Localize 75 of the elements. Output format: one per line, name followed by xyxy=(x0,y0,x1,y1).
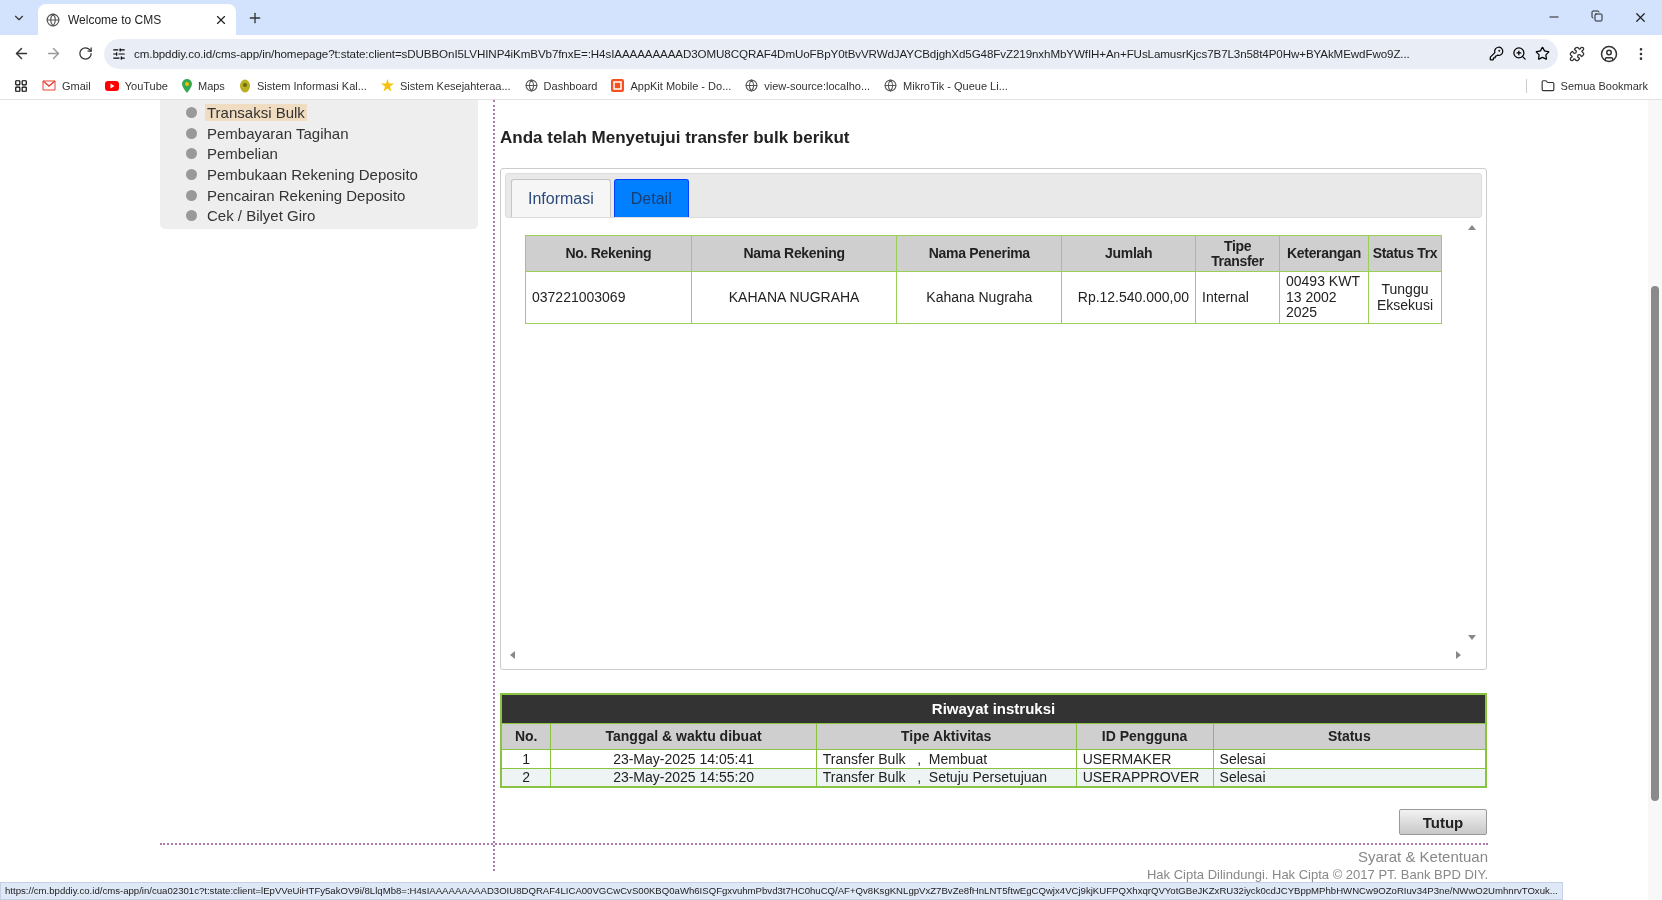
app-icon xyxy=(611,79,625,92)
table-cell: 2 xyxy=(501,768,551,787)
folder-icon xyxy=(1540,78,1555,93)
key-icon[interactable] xyxy=(1489,46,1504,61)
bookmark[interactable]: Sistem Kesejahteraa... xyxy=(380,79,511,92)
scroll-down-icon[interactable] xyxy=(1468,633,1476,641)
column-header: No. Rekening xyxy=(525,235,692,272)
scroll-left-icon[interactable] xyxy=(509,651,517,659)
column-header: Nama Rekening xyxy=(691,235,897,272)
table-cell: 1 xyxy=(501,749,551,768)
column-header: Status Trx xyxy=(1368,235,1442,272)
map-pin-icon xyxy=(181,78,192,93)
status-url: https://cm.bpddiy.co.id/cms-app/in/cua02301c?t:state:client=lEpVVeUiHTFy5akOV9i/8LlqMb8=:H4sIAAAAAAAAAD3OIU8DQRAF4LICA00VGCwCvS00KBQ0aWh6ISQFgxvuhmPbvd3t7HC0huCQ/AF+Qv8KsgKNLgpVxZ7BvZe8fHnLNT5ftwEgCQwjx4VCj9kjKUFPQXhxqrQVYotGBeJKZxRU32iyck0cdJCYBppMPhbHWNCw9OZoRIuv34P3ne/NWwO2UmhnrvTOxuk... xyxy=(0,882,1563,900)
column-header: No. xyxy=(501,723,551,749)
play-icon xyxy=(104,80,119,91)
scroll-up-icon[interactable] xyxy=(1468,224,1476,232)
bullet-icon xyxy=(186,106,197,118)
table-cell: 00493 KWT 13 2002 2025 xyxy=(1279,271,1369,324)
all-bookmarks[interactable]: Semua Bookmark xyxy=(1525,78,1648,93)
close-button[interactable]: Tutup xyxy=(1399,809,1487,835)
bullet-icon xyxy=(186,189,197,201)
globe-icon xyxy=(46,12,60,27)
site-info-icon[interactable] xyxy=(112,46,126,61)
column-header: Tipe Aktivitas xyxy=(816,723,1077,749)
bullet-icon xyxy=(186,127,197,139)
column-header: ID Pengguna xyxy=(1076,723,1214,749)
apps-icon[interactable] xyxy=(14,78,28,93)
column-header: Status xyxy=(1213,723,1486,749)
table-cell: Kahana Nugraha xyxy=(896,271,1062,324)
table-title: Riwayat instruksi xyxy=(501,694,1486,723)
globe-icon xyxy=(524,79,538,92)
copyright-text: Hak Cipta Dilindungi. Hak Cipta © 2017 PT. Bank BPD DIY. xyxy=(1147,867,1488,882)
bullet-icon xyxy=(186,148,197,160)
tab[interactable]: Informasi xyxy=(511,179,611,217)
menu-item[interactable]: Pembelian xyxy=(205,145,280,163)
zoom-icon[interactable] xyxy=(1512,46,1527,61)
bookmark[interactable]: AppKit Mobile - Do... xyxy=(611,79,732,92)
menu-item[interactable]: Pembayaran Tagihan xyxy=(205,124,351,142)
restore-icon[interactable] xyxy=(1591,10,1603,22)
bookmark[interactable]: Maps xyxy=(181,78,225,93)
bookmark[interactable]: Gmail xyxy=(42,79,91,92)
bookmark[interactable]: view-source:localho... xyxy=(745,79,871,92)
close-icon[interactable] xyxy=(1633,10,1648,25)
star-icon[interactable] xyxy=(1535,46,1550,61)
menu-item[interactable]: Transaksi Bulk xyxy=(205,103,307,121)
scroll-right-icon[interactable] xyxy=(1454,651,1462,659)
page-scrollbar[interactable] xyxy=(1648,100,1662,900)
menu-item[interactable]: Pembukaan Rekening Deposito xyxy=(205,165,420,183)
bullet-icon xyxy=(186,210,197,222)
bookmark[interactable]: MikroTik - Queue Li... xyxy=(884,79,1008,92)
globe-icon xyxy=(884,79,898,92)
column-header: Tanggal & waktu dibuat xyxy=(550,723,817,749)
terms-link[interactable]: Syarat & Ketentuan xyxy=(1357,848,1488,865)
column-header: Jumlah xyxy=(1061,235,1196,272)
table-cell: Rp.12.540.000,00 xyxy=(1061,271,1196,324)
page-heading: Anda telah Menyetujui transfer bulk berikut xyxy=(500,128,851,148)
table-cell: Internal xyxy=(1195,271,1280,324)
browser-tab[interactable]: Welcome to CMS xyxy=(38,4,236,35)
column-header: Nama Penerima xyxy=(896,235,1062,272)
table-cell: 037221003069 xyxy=(525,271,692,324)
column-header: Tipe Transfer xyxy=(1195,235,1280,272)
table-cell: Tunggu Eksekusi xyxy=(1368,271,1442,324)
bookmark[interactable]: Sistem Informasi Kal... xyxy=(238,78,367,93)
column-header: Keterangan xyxy=(1279,235,1369,272)
mail-icon xyxy=(42,80,56,91)
bookmark[interactable]: Dashboard xyxy=(524,79,598,92)
menu-item[interactable]: Cek / Bilyet Giro xyxy=(205,207,318,225)
bullet-icon xyxy=(186,168,197,180)
menu-item[interactable]: Pencairan Rekening Deposito xyxy=(205,186,408,204)
globe-icon xyxy=(745,79,759,92)
star-icon xyxy=(380,79,394,92)
bookmark[interactable]: YouTube xyxy=(104,79,168,92)
table-cell: KAHANA NUGRAHA xyxy=(691,271,897,324)
address-bar[interactable]: cm.bpddiy.co.id/cms-app/in/homepage?t:state:client=sDUBBOnI5LVHINP4iKmBVb7fnxE=:H4sIAAAAAAAAAD3OMU8CQRAF4DmUoFBpY0tBvVRWdJAYCBdjghXd5G48FvZ219nxhMbYWfIH+An+FUsLamusrKjcs7B7L3n58t4P0Hw+BYAkMEwdFwo9Z... xyxy=(104,38,1558,69)
app-icon xyxy=(238,78,251,93)
